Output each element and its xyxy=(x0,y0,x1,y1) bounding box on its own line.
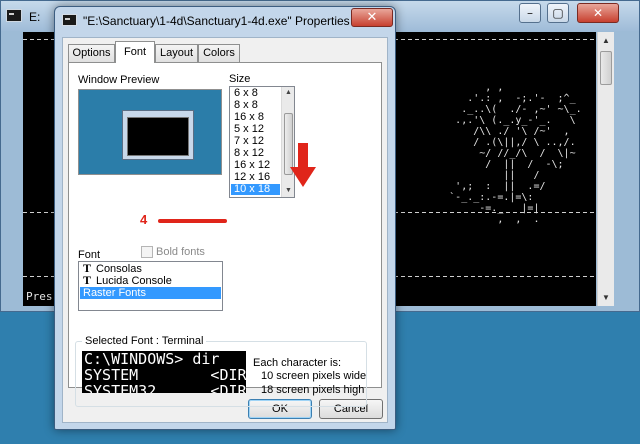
tab-colors[interactable]: Colors xyxy=(198,44,240,62)
tab-layout[interactable]: Layout xyxy=(155,44,198,62)
press-prompt-text: Pres xyxy=(26,290,53,303)
size-option-selected[interactable]: 10 x 18 xyxy=(231,184,280,195)
maximize-button[interactable]: ▢ xyxy=(547,3,569,23)
dialog-title: "E:\Sanctuary\1-4d\Sanctuary1-4d.exe" Pr… xyxy=(83,14,350,28)
preview-mini-screen xyxy=(127,117,189,156)
scroll-up-icon[interactable]: ▲ xyxy=(598,32,614,49)
font-listbox[interactable]: T Consolas T Lucida Console Raster Fonts xyxy=(78,261,223,311)
dialog-close-button[interactable]: ✕ xyxy=(351,8,393,27)
scroll-up-icon[interactable]: ▲ xyxy=(282,87,294,99)
size-option[interactable]: 5 x 12 xyxy=(231,124,280,135)
properties-dialog: "E:\Sanctuary\1-4d\Sanctuary1-4d.exe" Pr… xyxy=(54,6,396,430)
size-option[interactable]: 16 x 12 xyxy=(231,160,280,171)
console-vertical-scrollbar[interactable]: ▲ ▼ xyxy=(597,32,614,306)
char-info-heading: Each character is: xyxy=(253,357,342,369)
console-close-button[interactable]: ✕ xyxy=(577,3,619,23)
tab-options[interactable]: Options xyxy=(68,44,115,62)
bold-fonts-checkbox[interactable] xyxy=(141,246,153,258)
preview-mini-window xyxy=(122,110,194,160)
window-preview-label: Window Preview xyxy=(78,74,160,86)
annotation-arrow-down-icon xyxy=(290,143,316,187)
sample-line: SYSTEM32 <DIR xyxy=(84,382,246,393)
scroll-thumb[interactable] xyxy=(284,113,293,175)
size-listbox[interactable]: 6 x 8 8 x 8 16 x 8 5 x 12 7 x 12 8 x 12 … xyxy=(229,86,295,198)
size-option[interactable]: 12 x 16 xyxy=(231,172,280,183)
bold-fonts-label: Bold fonts xyxy=(156,246,205,258)
scroll-thumb[interactable] xyxy=(600,51,612,85)
font-option-label: Raster Fonts xyxy=(83,287,146,299)
font-option[interactable]: T Consolas xyxy=(80,262,221,275)
console-app-icon[interactable] xyxy=(62,14,77,26)
truetype-font-icon: T xyxy=(83,273,92,287)
window-preview xyxy=(78,89,222,175)
font-tab-panel: Window Preview Size 6 x 8 8 x 8 16 x 8 5… xyxy=(68,62,382,407)
char-width-info: 10 screen pixels wide xyxy=(261,370,367,382)
console-app-icon[interactable] xyxy=(6,9,22,22)
font-option-selected[interactable]: Raster Fonts xyxy=(80,287,221,299)
annotation-pointer-line xyxy=(158,219,227,223)
tab-font[interactable]: Font xyxy=(115,41,155,63)
selected-font-label: Selected Font : Terminal xyxy=(82,335,207,347)
size-option[interactable]: 6 x 8 xyxy=(231,88,280,99)
size-label: Size xyxy=(229,73,251,85)
dialog-titlebar[interactable]: "E:\Sanctuary\1-4d\Sanctuary1-4d.exe" Pr… xyxy=(55,7,395,33)
sample-line: C:\WINDOWS> dir xyxy=(84,351,220,368)
size-option[interactable]: 8 x 8 xyxy=(231,100,280,111)
font-label: Font xyxy=(78,249,101,261)
minimize-button[interactable]: – xyxy=(519,3,541,23)
font-option-label: Lucida Console xyxy=(96,275,172,287)
size-option[interactable]: 7 x 12 xyxy=(231,136,280,147)
sample-line: SYSTEM <DIR xyxy=(84,366,246,384)
font-option-label: Consolas xyxy=(96,263,142,275)
annotation-step-number: 4 xyxy=(140,212,148,227)
console-title: E: xyxy=(29,10,41,24)
size-option[interactable]: 16 x 8 xyxy=(231,112,280,123)
char-height-info: 18 screen pixels high xyxy=(261,384,365,396)
size-option[interactable]: 8 x 12 xyxy=(231,148,280,159)
ascii-tree-art: , , .'.: , -;.'- ;^_ ._..\( ./- ,~' ~\_.… xyxy=(449,82,582,225)
font-option[interactable]: T Lucida Console xyxy=(80,273,221,287)
dialog-client-area: Options Font Layout Colors Window Previe… xyxy=(62,37,388,423)
font-sample-preview: C:\WINDOWS> dir SYSTEM <DIR SYSTEM32 <DIR xyxy=(82,351,246,393)
scroll-down-icon[interactable]: ▼ xyxy=(598,289,614,306)
